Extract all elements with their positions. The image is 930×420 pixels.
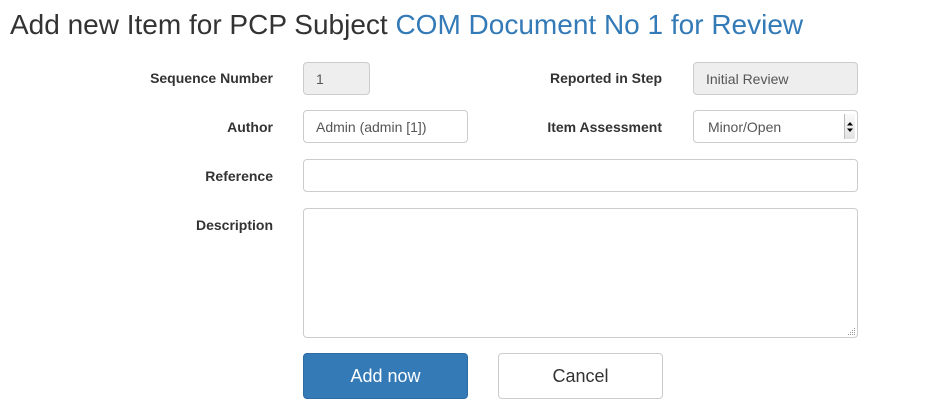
description-label: Description (195, 217, 273, 233)
dropdown-arrow-icon[interactable] (844, 114, 855, 139)
item-assessment-select[interactable]: Minor/Open (693, 110, 858, 143)
author-value: Admin (admin [1]) (316, 118, 427, 135)
pcp-subject-link[interactable]: COM Document No 1 for Review (395, 9, 803, 40)
resize-handle-icon[interactable] (846, 326, 856, 336)
sequence-number-label: Sequence Number (150, 70, 273, 86)
author-label: Author (227, 119, 273, 135)
reference-input[interactable] (303, 159, 858, 192)
reported-in-step-value: Initial Review (706, 70, 789, 87)
reported-in-step-field[interactable]: Initial Review (693, 62, 858, 95)
description-textarea[interactable] (303, 208, 858, 338)
add-now-button[interactable]: Add now (303, 353, 468, 399)
add-pcp-item-page: Add new Item for PCP Subject COM Documen… (0, 0, 930, 420)
reported-in-step-label: Reported in Step (549, 70, 662, 86)
reference-label: Reference (205, 168, 273, 184)
sequence-number-field[interactable]: 1 (303, 62, 370, 95)
sequence-number-value: 1 (316, 70, 324, 87)
author-field[interactable]: Admin (admin [1]) (303, 110, 468, 143)
item-assessment-selected: Minor/Open (708, 118, 782, 135)
page-title: Add new Item for PCP Subject COM Documen… (10, 7, 803, 43)
cancel-button[interactable]: Cancel (498, 353, 663, 399)
spinner-arrows-icon (847, 121, 853, 132)
item-assessment-label: Item Assessment (547, 119, 662, 135)
page-title-prefix: Add new Item for PCP Subject (10, 9, 388, 40)
